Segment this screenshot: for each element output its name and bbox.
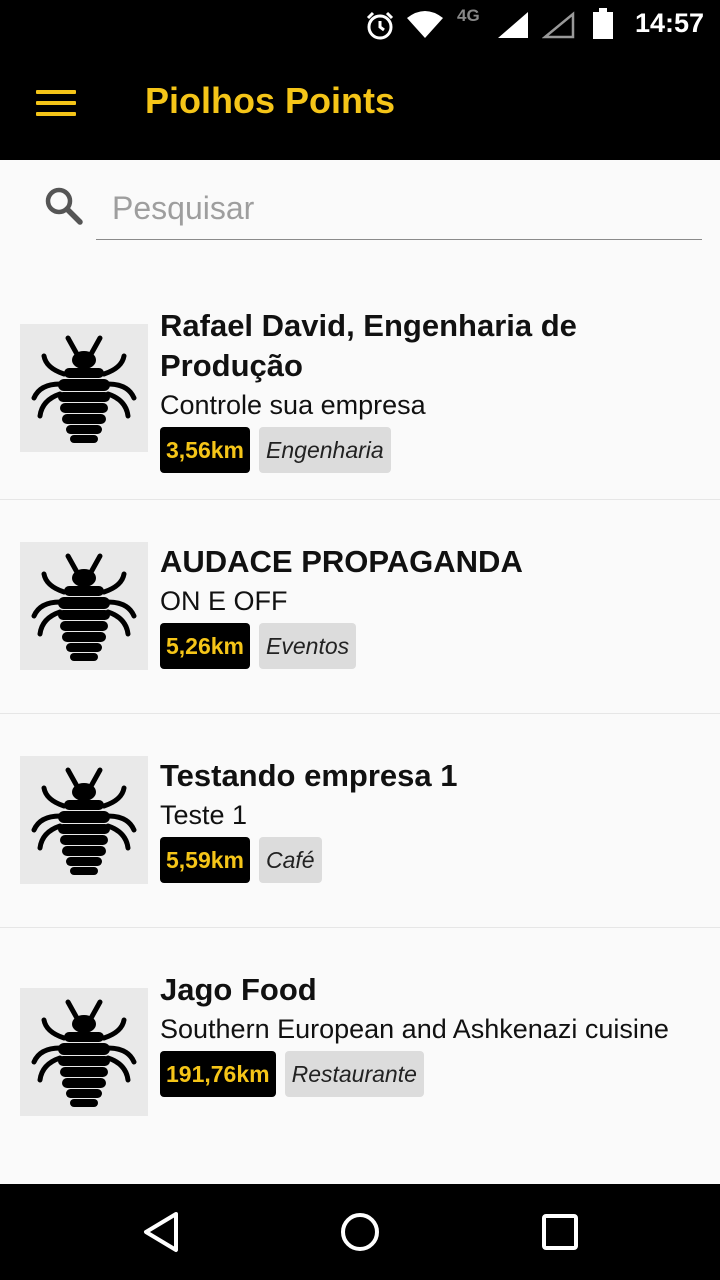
list-item[interactable]: AUDACE PROPAGANDA ON E OFF 5,26km Eventos <box>0 500 720 714</box>
thumbnail <box>20 542 148 670</box>
alarm-icon <box>366 11 394 40</box>
thumbnail <box>20 988 148 1116</box>
distance-badge: 5,26km <box>160 623 251 669</box>
navigation-bar <box>0 1184 720 1280</box>
item-description: Teste 1 <box>160 800 248 830</box>
app-bar: Piolhos Points <box>0 52 720 160</box>
item-tags: 191,76km Restaurante <box>160 1051 700 1099</box>
distance-badge: 5,59km <box>160 837 251 883</box>
distance-badge: 3,56km <box>160 427 251 473</box>
item-info: Testando empresa 1 Teste 1 5,59km Café <box>160 756 700 885</box>
list-item[interactable]: Jago Food Southern European and Ashkenaz… <box>0 928 720 1168</box>
item-info: AUDACE PROPAGANDA ON E OFF 5,26km Eventos <box>160 542 700 671</box>
item-description: Controle sua empresa <box>160 390 426 420</box>
item-tags: 5,59km Café <box>160 837 700 885</box>
louse-icon <box>28 994 140 1110</box>
signal-icon <box>498 12 528 38</box>
item-description: ON E OFF <box>160 586 288 616</box>
category-badge: Café <box>259 837 322 883</box>
back-triangle-icon[interactable] <box>140 1208 184 1256</box>
battery-icon <box>593 8 613 39</box>
list-item[interactable]: Rafael David, Engenharia de Produção Con… <box>0 284 720 500</box>
thumbnail <box>20 324 148 452</box>
distance-badge: 191,76km <box>160 1051 276 1097</box>
item-info: Jago Food Southern European and Ashkenaz… <box>160 970 700 1099</box>
category-badge: Restaurante <box>284 1051 424 1097</box>
item-tags: 3,56km Engenharia <box>160 427 700 475</box>
hamburger-menu-icon[interactable] <box>36 90 76 122</box>
search-icon[interactable] <box>44 186 84 226</box>
category-badge: Engenharia <box>259 427 391 473</box>
search-bar <box>0 160 720 260</box>
louse-icon <box>28 762 140 878</box>
category-badge: Eventos <box>259 623 357 669</box>
signal-empty-icon <box>542 11 575 39</box>
item-name: Rafael David, Engenharia de Produção <box>160 308 577 383</box>
recents-square-icon[interactable] <box>538 1208 582 1256</box>
search-input[interactable] <box>96 178 702 240</box>
item-tags: 5,26km Eventos <box>160 623 700 671</box>
status-bar: 4G 14:57 <box>0 0 720 52</box>
network-type-label: 4G <box>457 6 480 25</box>
louse-icon <box>28 330 140 446</box>
item-name: Jago Food <box>160 972 317 1007</box>
status-time: 14:57 <box>634 8 704 38</box>
places-list: Rafael David, Engenharia de Produção Con… <box>0 300 720 1168</box>
item-name: Testando empresa 1 <box>160 758 458 793</box>
list-item[interactable]: Testando empresa 1 Teste 1 5,59km Café <box>0 714 720 928</box>
app-title: Piolhos Points <box>145 80 396 121</box>
item-name: AUDACE PROPAGANDA <box>160 544 523 579</box>
item-info: Rafael David, Engenharia de Produção Con… <box>160 306 700 475</box>
item-description: Southern European and Ashkenazi cuisine <box>160 1014 669 1044</box>
wifi-icon <box>407 11 443 38</box>
louse-icon <box>28 548 140 664</box>
home-circle-icon[interactable] <box>338 1208 382 1256</box>
thumbnail <box>20 756 148 884</box>
